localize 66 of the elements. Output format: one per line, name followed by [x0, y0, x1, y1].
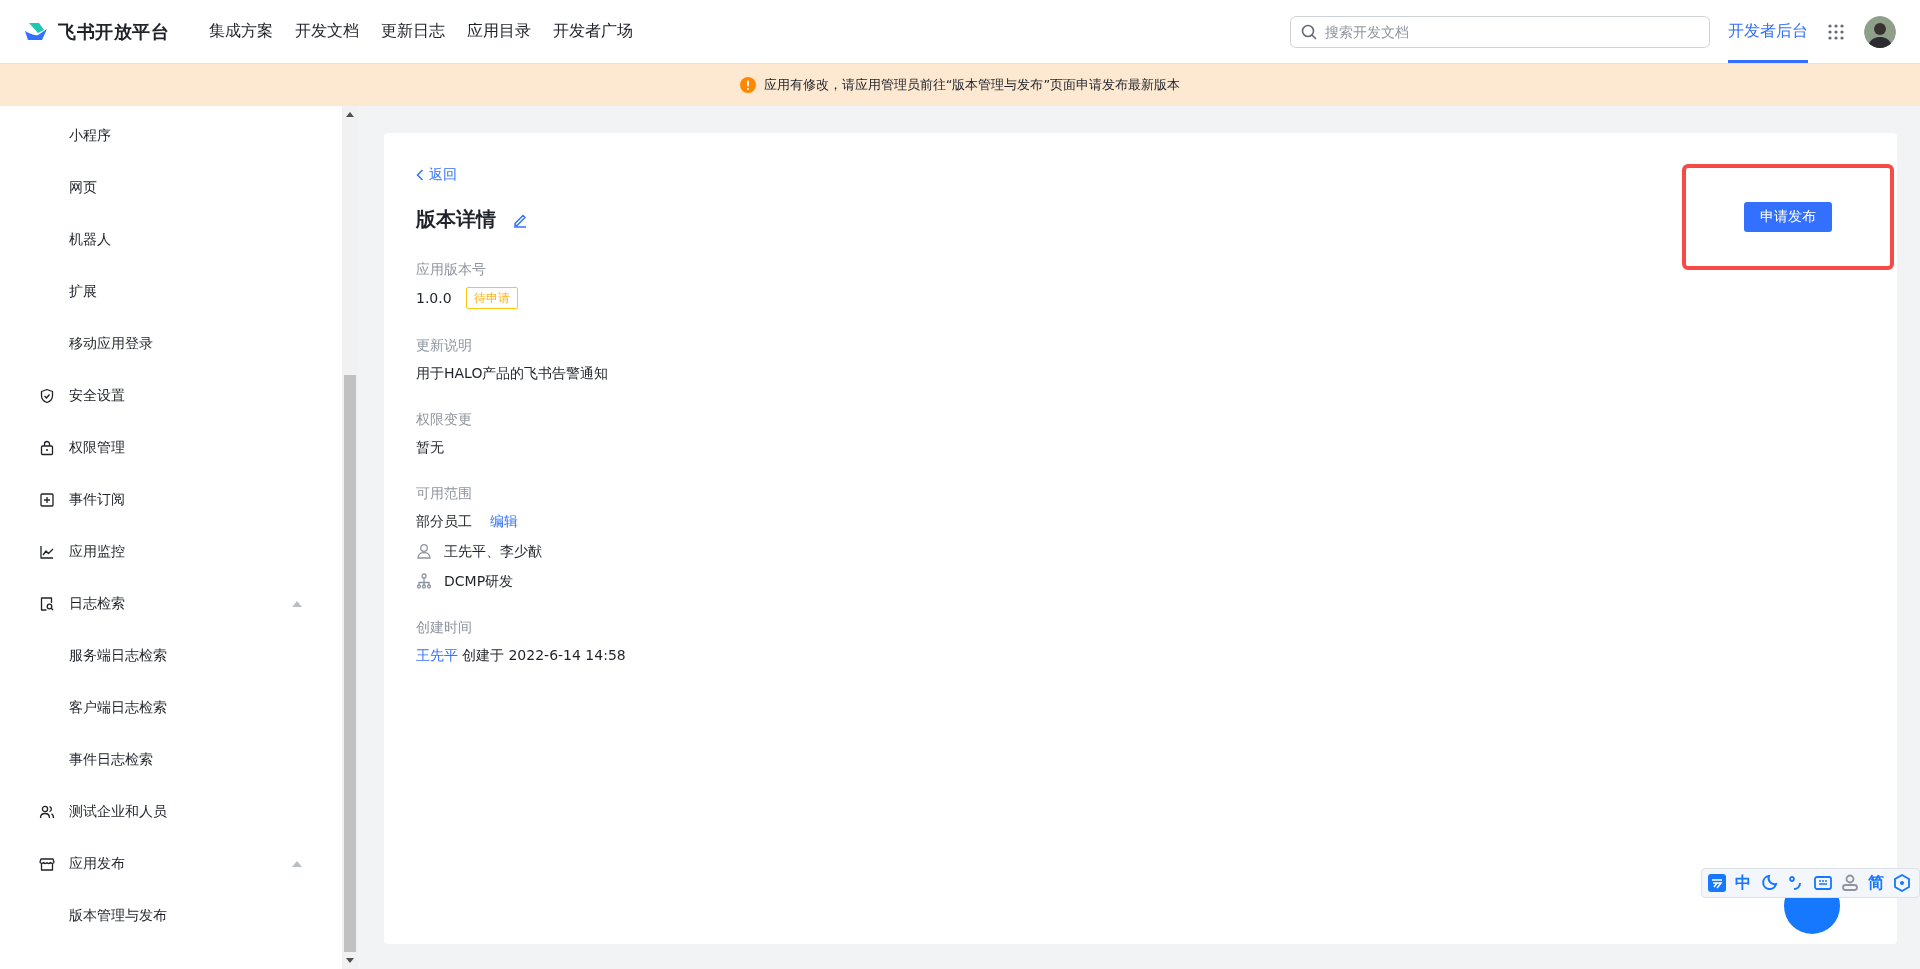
- moon-icon[interactable]: [1760, 874, 1778, 892]
- person-icon: [416, 543, 432, 559]
- search-icon: [1301, 23, 1317, 40]
- sidebar-item[interactable]: 客户端日志检索: [0, 682, 342, 734]
- ime-mode-text[interactable]: 中: [1735, 874, 1751, 892]
- shield-icon: [39, 388, 55, 404]
- field-value: 暂无: [416, 438, 445, 457]
- sidebar-item[interactable]: 应用发布: [0, 838, 342, 890]
- sidebar-item[interactable]: 扩展: [0, 266, 342, 318]
- sidebar-item[interactable]: 权限管理: [0, 422, 342, 474]
- sidebar-item[interactable]: 事件订阅: [0, 474, 342, 526]
- created-text: 创建于 2022-6-14 14:58: [462, 646, 626, 665]
- sidebar-item[interactable]: 小程序: [0, 110, 342, 162]
- chart-icon: [39, 544, 55, 560]
- keyboard-icon[interactable]: [1814, 874, 1832, 892]
- nav-link[interactable]: 开发者广场: [553, 21, 633, 42]
- brand-name[interactable]: 飞书开放平台: [58, 19, 169, 44]
- lock-icon: [39, 440, 55, 456]
- people-icon: [39, 804, 55, 820]
- scrollbar[interactable]: [342, 106, 358, 969]
- field-label: 更新说明: [416, 336, 473, 355]
- hexagon-icon[interactable]: [1893, 874, 1911, 892]
- search-field[interactable]: 搜索开发文档: [1290, 15, 1710, 48]
- plus-square-icon: [39, 492, 55, 508]
- nav-link[interactable]: 应用目录: [467, 21, 531, 42]
- field-label: 应用版本号: [416, 260, 487, 279]
- sidebar-item[interactable]: 事件日志检索: [0, 734, 342, 786]
- logo-icon[interactable]: [1708, 874, 1726, 892]
- status-tag: 待申请: [465, 287, 518, 309]
- sidebar-item[interactable]: 网页: [0, 162, 342, 214]
- field-label: 创建时间: [416, 618, 473, 637]
- nav-link[interactable]: 更新日志: [381, 21, 445, 42]
- back-link[interactable]: 返回: [416, 166, 457, 184]
- ime-mode-text[interactable]: 简: [1868, 874, 1884, 892]
- nav-link[interactable]: 开发文档: [295, 21, 359, 42]
- author-link[interactable]: 王先平: [416, 645, 458, 665]
- sidebar-item[interactable]: 安全设置: [0, 370, 342, 422]
- field-label: 权限变更: [416, 410, 473, 429]
- sidebar-item[interactable]: 日志检索: [0, 578, 342, 630]
- sidebar-item[interactable]: 服务端日志检索: [0, 630, 342, 682]
- sidebar-item[interactable]: 移动应用登录: [0, 318, 342, 370]
- sidebar-item[interactable]: 机器人: [0, 214, 342, 266]
- field-value: 用于HALO产品的飞书告警通知: [416, 364, 610, 383]
- notice-text: 应用有修改，请应用管理员前往“版本管理与发布”页面申请发布最新版本: [763, 76, 1181, 94]
- sidebar-item[interactable]: 应用监控: [0, 526, 342, 578]
- warning-icon: [739, 77, 756, 93]
- user-icon[interactable]: [1841, 874, 1859, 892]
- field-value: 1.0.0: [416, 289, 452, 308]
- doc-search-icon: [39, 596, 55, 612]
- field-label: 可用范围: [416, 484, 473, 503]
- nav-link[interactable]: 集成方案: [209, 21, 273, 42]
- avatar[interactable]: [1864, 15, 1896, 48]
- logo-icon: [24, 21, 48, 42]
- apps-grid-icon[interactable]: [1828, 23, 1844, 40]
- department-name: DCMP研发: [444, 572, 514, 591]
- edit-link[interactable]: 编辑: [490, 511, 518, 531]
- chevron-left-icon: [416, 169, 424, 181]
- member-names: 王先平、李少猷: [444, 542, 542, 561]
- sidebar-item[interactable]: 版本管理与发布: [0, 890, 342, 942]
- store-icon: [39, 856, 55, 872]
- org-tree-icon: [416, 573, 432, 589]
- field-value: 部分员工: [416, 512, 472, 531]
- page-title: 版本详情: [416, 206, 496, 233]
- scroll-thumb[interactable]: [344, 375, 356, 952]
- apply-release-button[interactable]: 申请发布: [1744, 202, 1832, 232]
- sidebar-item[interactable]: 测试企业和人员: [0, 786, 342, 838]
